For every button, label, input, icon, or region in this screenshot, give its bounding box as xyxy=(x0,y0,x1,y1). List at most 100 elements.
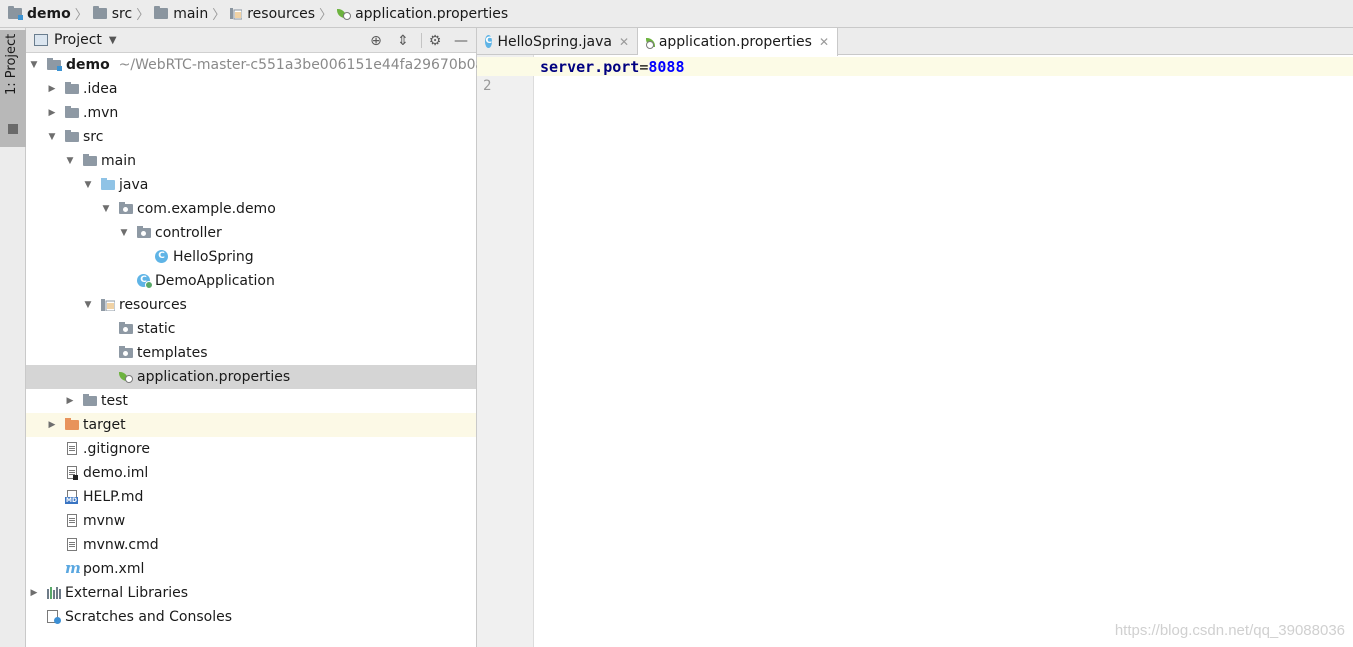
tree-item-label: test xyxy=(101,393,128,409)
tree-item-target[interactable]: ▶ target xyxy=(26,413,476,437)
tree-item-mvn[interactable]: ▶ .mvn xyxy=(26,101,476,125)
tree-item-java[interactable]: ▼ java xyxy=(26,173,476,197)
expanded-arrow-icon[interactable]: ▼ xyxy=(101,204,111,214)
tree-item-demoapplication[interactable]: C DemoApplication xyxy=(26,269,476,293)
tree-item-resources[interactable]: ▼ resources xyxy=(26,293,476,317)
collapsed-arrow-icon[interactable]: ▶ xyxy=(65,396,75,406)
collapsed-arrow-icon[interactable]: ▶ xyxy=(29,588,39,598)
gear-icon[interactable]: ⚙ xyxy=(426,32,444,50)
text-file-icon xyxy=(67,538,77,551)
project-panel: Project ▼ ⊕ ⇕ ⚙ — ▼ demo ~/WebRTC-master… xyxy=(26,28,511,647)
collapse-all-icon[interactable]: ⇕ xyxy=(394,32,412,50)
tree-item-label: HelloSpring xyxy=(173,249,254,265)
close-icon[interactable]: ✕ xyxy=(819,35,829,49)
package-icon xyxy=(137,226,151,238)
breadcrumb-resources[interactable]: resources 〉 xyxy=(230,0,337,28)
tree-item-label: controller xyxy=(155,225,222,241)
property-value: 8088 xyxy=(648,58,685,76)
tool-tab-label: 1: Project xyxy=(4,34,19,96)
tree-item-test[interactable]: ▶ test xyxy=(26,389,476,413)
breadcrumb-application-properties[interactable]: application.properties xyxy=(337,0,508,28)
tree-item-scratches[interactable]: Scratches and Consoles xyxy=(26,605,476,629)
chevron-right-icon: 〉 xyxy=(74,8,88,23)
tree-item-label: mvnw.cmd xyxy=(83,537,159,553)
tree-item-demo[interactable]: ▼ demo ~/WebRTC-master-c551a3be006151e44… xyxy=(26,53,511,77)
folder-icon xyxy=(83,394,97,406)
collapsed-arrow-icon[interactable]: ▶ xyxy=(47,108,57,118)
tree-item-main[interactable]: ▼ main xyxy=(26,149,476,173)
tree-item-label: static xyxy=(137,321,176,337)
tree-item-label: application.properties xyxy=(137,369,291,385)
tree-item-label: .gitignore xyxy=(83,441,150,457)
tree-item-mvnw-cmd[interactable]: mvnw.cmd xyxy=(26,533,476,557)
expanded-arrow-icon[interactable]: ▼ xyxy=(119,228,129,238)
tree-item-label: .mvn xyxy=(83,105,119,121)
locate-target-icon[interactable]: ⊕ xyxy=(367,32,385,50)
text-file-icon xyxy=(67,442,77,455)
tree-item-controller[interactable]: ▼ controller xyxy=(26,221,476,245)
tree-item-src[interactable]: ▼ src xyxy=(26,125,476,149)
expanded-arrow-icon[interactable]: ▼ xyxy=(29,60,39,70)
folder-icon xyxy=(154,6,169,19)
expanded-arrow-icon[interactable]: ▼ xyxy=(47,132,57,142)
tree-item-label: External Libraries xyxy=(65,585,188,601)
tree-item-static[interactable]: static xyxy=(26,317,476,341)
folder-icon xyxy=(8,124,18,134)
project-tool-window-tab[interactable]: 1: Project xyxy=(0,30,26,147)
tab-application-properties[interactable]: application.properties ✕ xyxy=(638,28,838,56)
tree-root-label: demo ~/WebRTC-master-c551a3be006151e44fa… xyxy=(66,57,511,73)
watermark: https://blog.csdn.net/qq_39088036 xyxy=(1114,622,1345,639)
tree-item-label: DemoApplication xyxy=(155,273,275,289)
resources-folder-icon xyxy=(230,7,243,20)
folder-icon xyxy=(65,82,79,94)
tree-item-hellospring[interactable]: C HelloSpring xyxy=(26,245,476,269)
tree-item-gitignore[interactable]: .gitignore xyxy=(26,437,476,461)
tab-hellospring-java[interactable]: C HelloSpring.java ✕ xyxy=(477,28,638,55)
root-name: demo xyxy=(66,57,110,73)
code-area[interactable]: server.port=8088 xyxy=(477,55,1353,647)
root-path: ~/WebRTC-master-c551a3be006151e44fa29670… xyxy=(118,57,511,73)
breadcrumb-src[interactable]: src 〉 xyxy=(92,0,154,28)
folder-icon xyxy=(65,106,79,118)
chevron-right-icon: 〉 xyxy=(212,8,226,23)
java-class-icon: C xyxy=(485,35,493,48)
collapsed-arrow-icon[interactable]: ▶ xyxy=(47,84,57,94)
tree-item-pom-xml[interactable]: m pom.xml xyxy=(26,557,476,581)
close-icon[interactable]: ✕ xyxy=(619,35,629,49)
tree-item-help-md[interactable]: MD HELP.md xyxy=(26,485,476,509)
editor: C HelloSpring.java ✕ application.propert… xyxy=(477,28,1353,647)
expanded-arrow-icon[interactable]: ▼ xyxy=(65,156,75,166)
breadcrumb-demo[interactable]: demo 〉 xyxy=(8,0,93,28)
tree-item-mvnw[interactable]: mvnw xyxy=(26,509,476,533)
tree-item-com-example-demo[interactable]: ▼ com.example.demo xyxy=(26,197,476,221)
code-line[interactable]: server.port=8088 xyxy=(540,58,685,76)
tree-item-demo-iml[interactable]: demo.iml xyxy=(26,461,476,485)
folder-icon xyxy=(119,346,133,358)
tab-label: application.properties xyxy=(658,34,812,50)
expanded-arrow-icon[interactable]: ▼ xyxy=(83,180,93,190)
property-key: server.port xyxy=(540,58,640,76)
dropdown-arrow-icon[interactable]: ▼ xyxy=(109,35,117,46)
line-number: 2 xyxy=(483,78,492,94)
chevron-right-icon: 〉 xyxy=(136,8,150,23)
text-file-icon xyxy=(67,514,77,527)
tree-item-templates[interactable]: templates xyxy=(26,341,476,365)
minimize-icon[interactable]: — xyxy=(452,32,470,50)
tree-item-label: mvnw xyxy=(83,513,126,529)
tree-item-label: src xyxy=(83,129,104,145)
collapsed-arrow-icon[interactable]: ▶ xyxy=(47,420,57,430)
editor-tabs: C HelloSpring.java ✕ application.propert… xyxy=(477,28,1353,56)
tree-item-external-libraries[interactable]: ▶ External Libraries xyxy=(26,581,476,605)
tree-item-label: Scratches and Consoles xyxy=(65,609,232,625)
tree-item-application-properties[interactable]: application.properties xyxy=(26,365,476,389)
package-icon xyxy=(119,202,133,214)
tree-item-idea[interactable]: ▶ .idea xyxy=(26,77,476,101)
breadcrumb-main[interactable]: main 〉 xyxy=(154,0,230,28)
tree-item-label: .idea xyxy=(83,81,118,97)
expanded-arrow-icon[interactable]: ▼ xyxy=(83,300,93,310)
tree-item-label: java xyxy=(119,177,149,193)
project-view-selector[interactable]: Project xyxy=(54,32,102,48)
breadcrumb: demo 〉 src 〉 main 〉 resources 〉 applicat… xyxy=(0,0,1353,28)
tree-item-label: demo.iml xyxy=(83,465,149,481)
breadcrumb-label: application.properties xyxy=(355,5,509,22)
